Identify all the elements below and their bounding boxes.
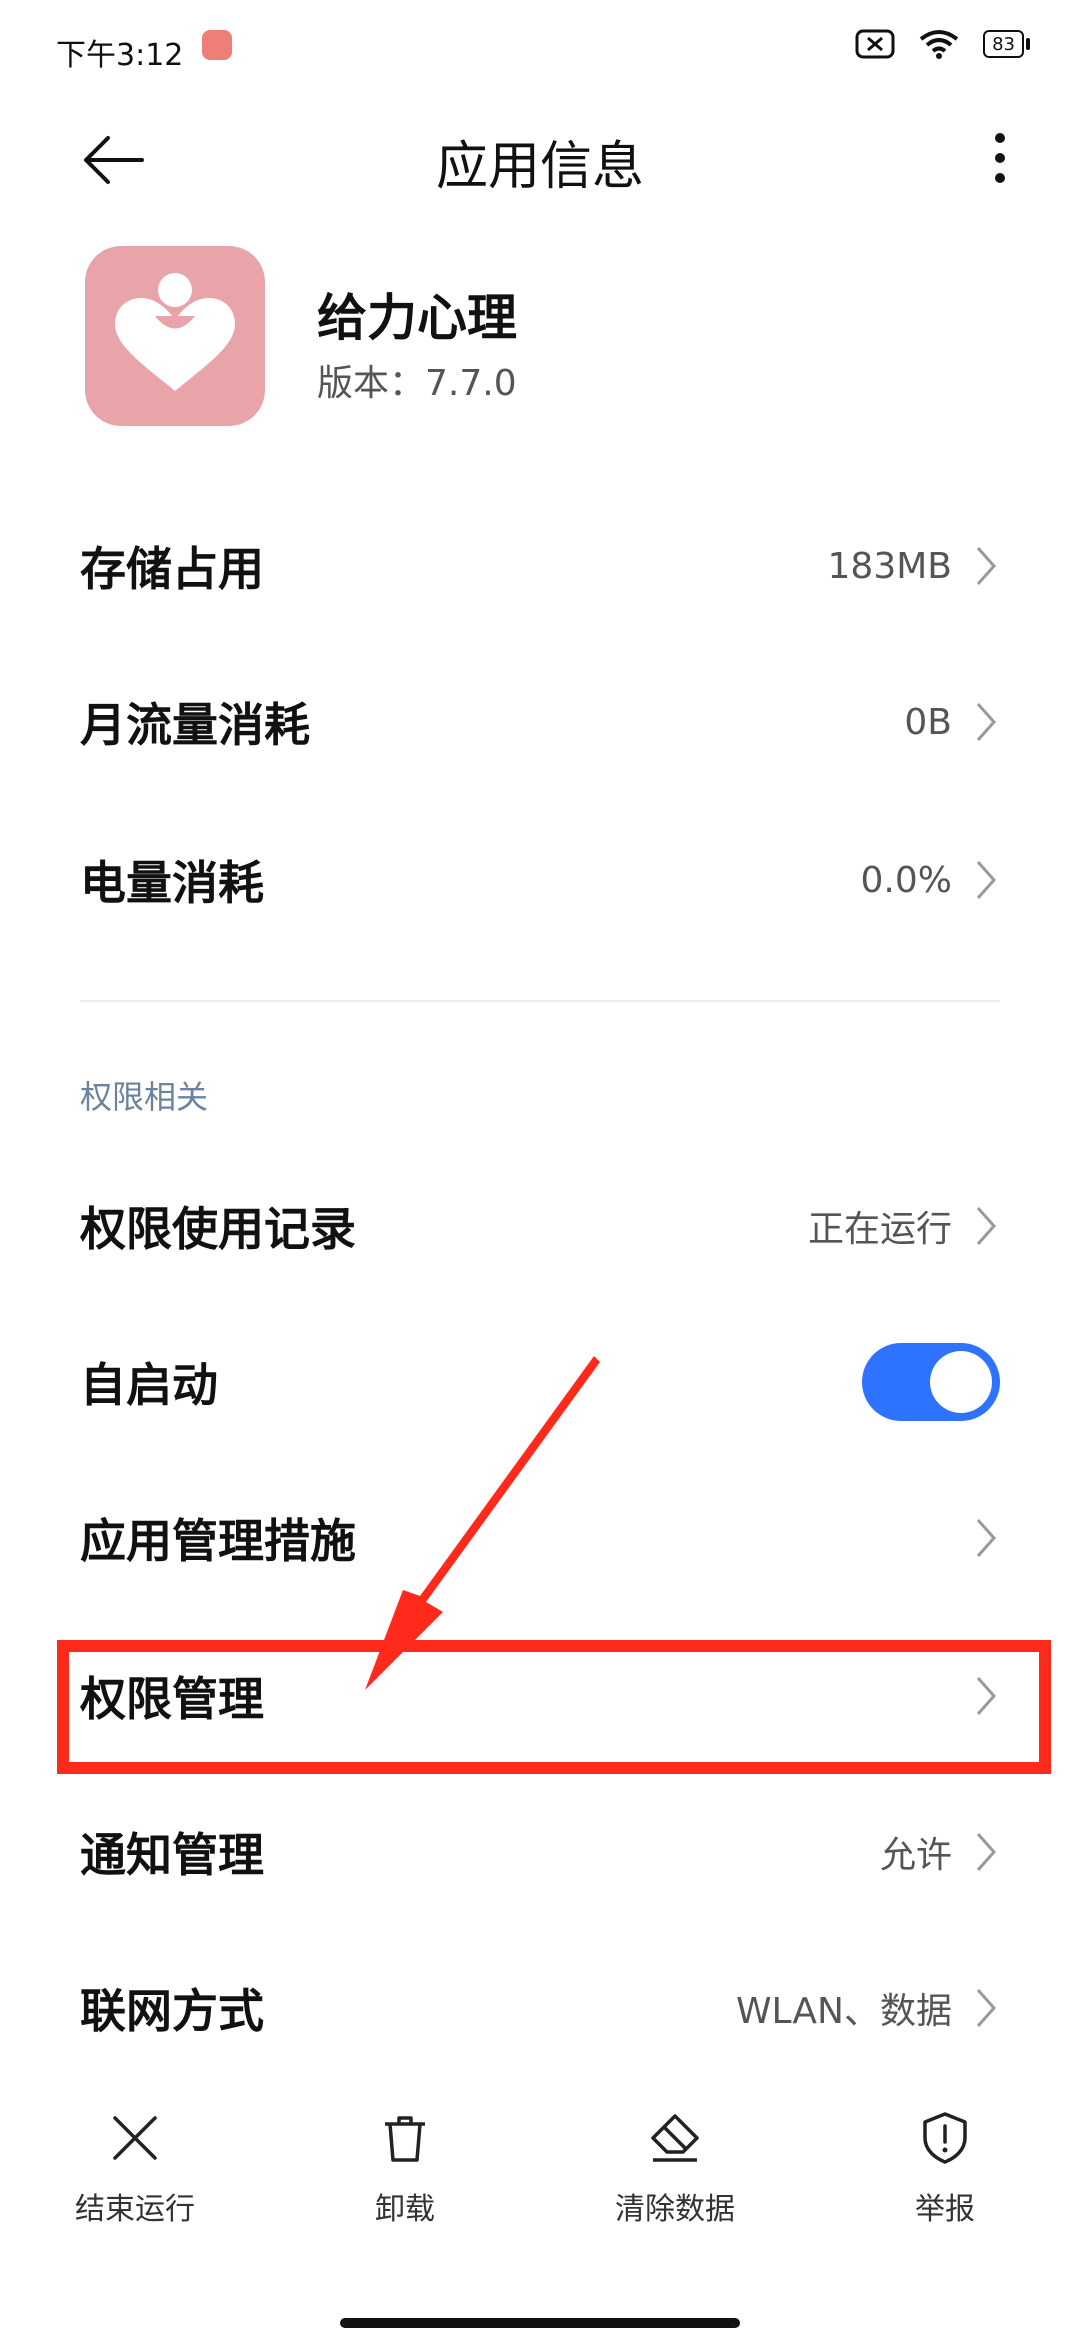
force-stop-button[interactable]: 结束运行 — [25, 2110, 245, 2250]
chevron-right-icon — [976, 547, 997, 585]
storage-row[interactable]: 存储占用 183MB — [80, 506, 1000, 626]
row-label: 自启动 — [80, 1358, 218, 1412]
chevron-right-icon — [976, 1989, 997, 2027]
section-title: 权限相关 — [80, 1078, 209, 1116]
version-number: 7.7.0 — [425, 363, 517, 404]
row-value: 183MB — [827, 545, 952, 587]
row-value: 正在运行 — [807, 1209, 952, 1250]
permission-usage-record-row[interactable]: 权限使用记录 正在运行 — [80, 1166, 1000, 1286]
row-value: 允许 — [879, 1835, 952, 1876]
row-label: 存储占用 — [80, 542, 264, 596]
notification-management-row[interactable]: 通知管理 允许 — [80, 1792, 1000, 1912]
clear-data-button[interactable]: 清除数据 — [565, 2110, 785, 2250]
close-icon — [113, 2116, 157, 2160]
chevron-right-icon — [976, 1519, 997, 1557]
network-access-row[interactable]: 联网方式 WLAN、数据 — [80, 1948, 1000, 2068]
trash-icon — [385, 2116, 425, 2162]
action-label: 结束运行 — [75, 2192, 195, 2227]
autostart-row: 自启动 — [80, 1322, 1000, 1442]
notification-app-icon — [202, 30, 232, 60]
row-value: WLAN、数据 — [735, 1991, 952, 2032]
chevron-right-icon — [976, 703, 997, 741]
battery-icon: 83 — [983, 28, 1030, 60]
app-management-row[interactable]: 应用管理措施 — [80, 1478, 1000, 1598]
shield-alert-icon — [923, 2112, 967, 2164]
eraser-icon — [651, 2114, 699, 2162]
status-icons: 83 — [855, 28, 1030, 60]
chevron-right-icon — [976, 861, 997, 899]
row-label: 通知管理 — [80, 1828, 264, 1882]
row-label: 电量消耗 — [80, 856, 264, 910]
battery-level: 83 — [983, 30, 1024, 58]
row-value: 0B — [904, 701, 952, 743]
app-logo-icon — [85, 246, 265, 426]
row-label: 月流量消耗 — [80, 698, 310, 752]
wifi-icon — [917, 28, 961, 60]
row-label: 应用管理措施 — [80, 1514, 356, 1568]
bottom-action-bar: 结束运行 卸载 清除数据 举报 — [0, 2110, 1080, 2250]
page-title: 应用信息 — [435, 137, 644, 197]
app-header: 给力心理 版本：7.7.0 — [85, 246, 985, 426]
status-time: 下午3:12 — [56, 38, 184, 73]
divider — [80, 1000, 1000, 1002]
battery-usage-row[interactable]: 电量消耗 0.0% — [80, 820, 1000, 940]
title-bar: 应用信息 — [0, 100, 1080, 220]
autostart-toggle[interactable] — [862, 1343, 1000, 1421]
chevron-right-icon — [976, 1207, 997, 1245]
row-label: 联网方式 — [80, 1984, 264, 2038]
uninstall-button[interactable]: 卸载 — [295, 2110, 515, 2250]
action-label: 卸载 — [375, 2192, 435, 2227]
highlight-annotation-box — [57, 1640, 1051, 1774]
data-usage-row[interactable]: 月流量消耗 0B — [80, 662, 1000, 782]
more-options-icon[interactable] — [980, 128, 1020, 188]
app-name: 给力心理 — [317, 289, 517, 347]
row-label: 权限使用记录 — [80, 1202, 356, 1256]
action-label: 清除数据 — [615, 2192, 735, 2227]
action-label: 举报 — [915, 2192, 975, 2227]
app-version: 版本：7.7.0 — [317, 354, 517, 406]
report-button[interactable]: 举报 — [835, 2110, 1055, 2250]
chevron-right-icon — [976, 1833, 997, 1871]
home-indicator[interactable] — [340, 2318, 740, 2328]
status-bar: 下午3:12 83 — [0, 0, 1080, 100]
row-value: 0.0% — [860, 859, 952, 901]
no-sim-icon — [855, 28, 895, 60]
version-label: 版本： — [317, 363, 426, 404]
